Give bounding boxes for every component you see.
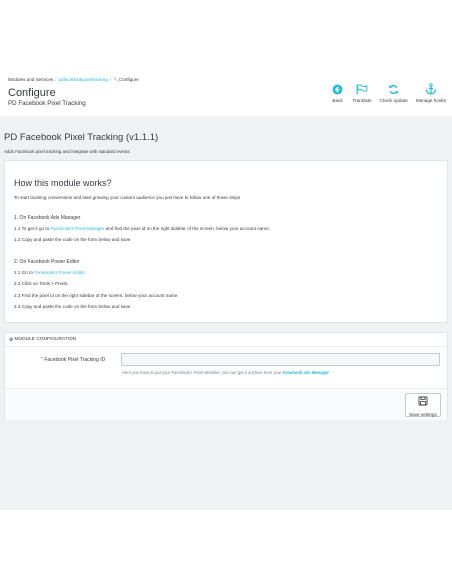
- ads-manager-step-1: 1.1 To get it go to Facebook's Pixel Man…: [14, 226, 270, 231]
- help-text: Here you have to put your Facebook's Pix…: [122, 370, 282, 375]
- translate-button[interactable]: Translate: [349, 82, 376, 103]
- power-editor-link[interactable]: Facebook's Power Editor: [34, 270, 85, 275]
- pixel-id-input[interactable]: [121, 353, 440, 366]
- panel-heading-label: MODULE CONFIGURATION: [14, 337, 77, 342]
- ads-manager-link[interactable]: Facebook ads Manager: [283, 370, 329, 375]
- save-icon: [418, 393, 428, 411]
- breadcrumb-item[interactable]: pdfacebookpixeltracking: [58, 77, 107, 82]
- anchor-icon: [424, 82, 438, 96]
- pixel-id-label-text: Facebook Pixel Tracking ID: [44, 357, 106, 363]
- translate-label: Translate: [352, 98, 372, 103]
- help-panel: How this module works? To start tracking…: [4, 160, 448, 323]
- manage-hooks-label: Manage hooks: [415, 98, 446, 103]
- power-editor-step-1: 2.1 Go to Facebook's Power Editor: [14, 270, 85, 275]
- back-arrow-icon: [331, 82, 345, 96]
- config-panel: ⚙︎ MODULE CONFIGURATION * Facebook Pixel…: [4, 332, 448, 420]
- required-mark: *: [41, 357, 43, 363]
- module-title: PD Facebook Pixel Tracking (v1.1.1): [4, 132, 159, 143]
- module-description: Adds Facebook pixel tracking and integra…: [4, 149, 130, 154]
- help-title: How this module works?: [14, 178, 112, 188]
- check-update-label: Check update: [379, 98, 408, 103]
- breadcrumb-item[interactable]: Modules and Services: [8, 77, 53, 82]
- page: Modules and Services / pdfacebookpixeltrac…: [0, 0, 452, 584]
- power-editor-heading: 2. On Facebook Power Editor: [14, 259, 80, 265]
- manage-hooks-button[interactable]: Manage hooks: [412, 82, 450, 103]
- save-button[interactable]: Save settings: [405, 393, 441, 417]
- step-text: and find the pixel id on the right sideb…: [105, 226, 270, 231]
- check-update-button[interactable]: Check update: [376, 82, 412, 103]
- power-editor-step-4: 2.4 Copy and paste the code on the form …: [14, 304, 131, 309]
- breadcrumb: Modules and Services / pdfacebookpixeltrac…: [8, 77, 139, 83]
- pixel-id-help: Here you have to put your Facebook's Pix…: [122, 370, 329, 375]
- breadcrumb-item: Configure: [118, 77, 139, 82]
- gear-icon: ⚙︎: [9, 336, 14, 343]
- step-text: 2.1 Go to: [14, 270, 33, 275]
- page-title: Configure: [8, 87, 56, 99]
- pixel-id-label: * Facebook Pixel Tracking ID: [41, 357, 105, 363]
- help-intro: To start tracking conversions and start …: [14, 195, 241, 200]
- power-editor-step-2: 2.2 Click on Tools > Pixels.: [14, 281, 69, 286]
- page-subtitle: PD Facebook Pixel Tracking: [8, 100, 86, 107]
- step-text: 1.1 To get it go to: [14, 226, 50, 231]
- breadcrumb-separator: /: [55, 77, 57, 82]
- refresh-icon: [387, 82, 401, 96]
- panel-heading: ⚙︎ MODULE CONFIGURATION: [5, 333, 447, 347]
- toolbar: Back Translate Check update Manage hooks: [327, 82, 450, 103]
- ads-manager-heading: 1. On Facebook Ads Manager: [14, 215, 81, 221]
- panel-footer: Save settings: [5, 388, 447, 420]
- flag-icon: [355, 82, 369, 96]
- ads-manager-step-2: 1.2 Copy and paste the code on the form …: [14, 237, 131, 242]
- back-label: Back: [332, 98, 343, 103]
- breadcrumb-separator: /: [109, 77, 112, 82]
- back-button[interactable]: Back: [327, 82, 349, 103]
- pixel-manager-link[interactable]: Facebook's Pixel Manager: [50, 226, 104, 231]
- power-editor-step-3: 2.3 Find the pixel id on the right sideb…: [14, 293, 179, 298]
- save-label: Save settings: [409, 412, 437, 417]
- page-header: Modules and Services / pdfacebookpixeltrac…: [0, 72, 452, 116]
